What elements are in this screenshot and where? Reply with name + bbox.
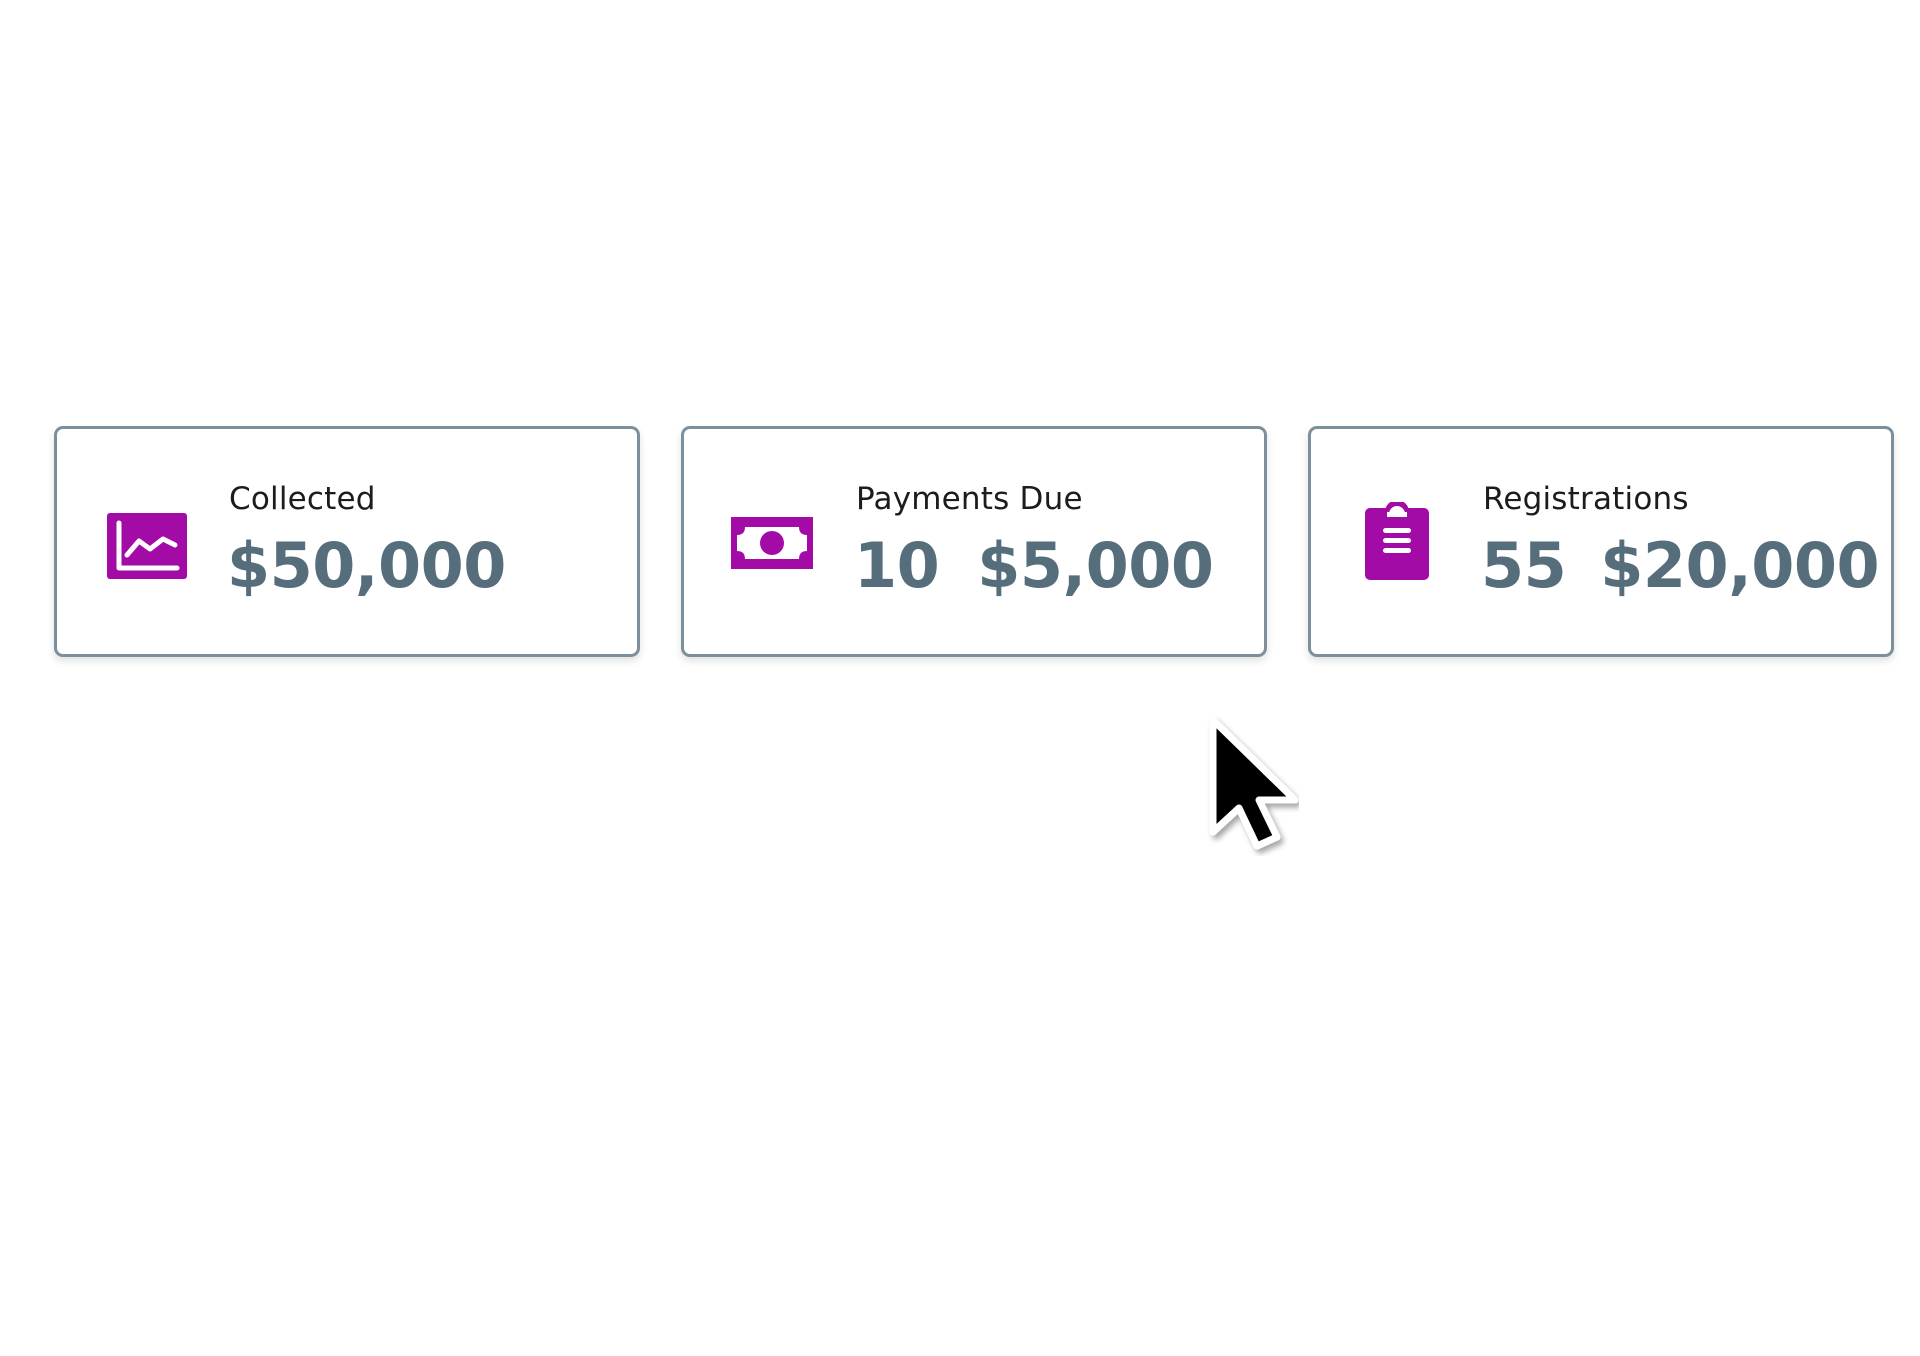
registrations-card[interactable]: Registrations 55 $20,000 [1308,426,1894,657]
mouse-pointer-icon [1207,716,1299,856]
payments-due-count: 10 [854,529,940,602]
collected-card[interactable]: Collected $50,000 [54,426,640,657]
registrations-label: Registrations [1483,481,1689,517]
registrations-values: 55 $20,000 [1481,529,1880,603]
payments-due-amount: $5,000 [977,529,1214,602]
line-chart-icon [107,513,187,579]
registrations-count: 55 [1481,529,1567,602]
collected-values: $50,000 [227,529,506,603]
registrations-amount: $20,000 [1600,529,1880,602]
banknote-icon [731,517,813,569]
summary-cards: Collected $50,000 Payments Due 10 $5,000 [54,426,1894,657]
payments-due-card[interactable]: Payments Due 10 $5,000 [681,426,1267,657]
collected-amount: $50,000 [227,529,506,602]
payments-due-values: 10 $5,000 [854,529,1214,603]
collected-label: Collected [229,481,376,517]
clipboard-icon [1365,502,1429,580]
payments-due-label: Payments Due [856,481,1083,517]
